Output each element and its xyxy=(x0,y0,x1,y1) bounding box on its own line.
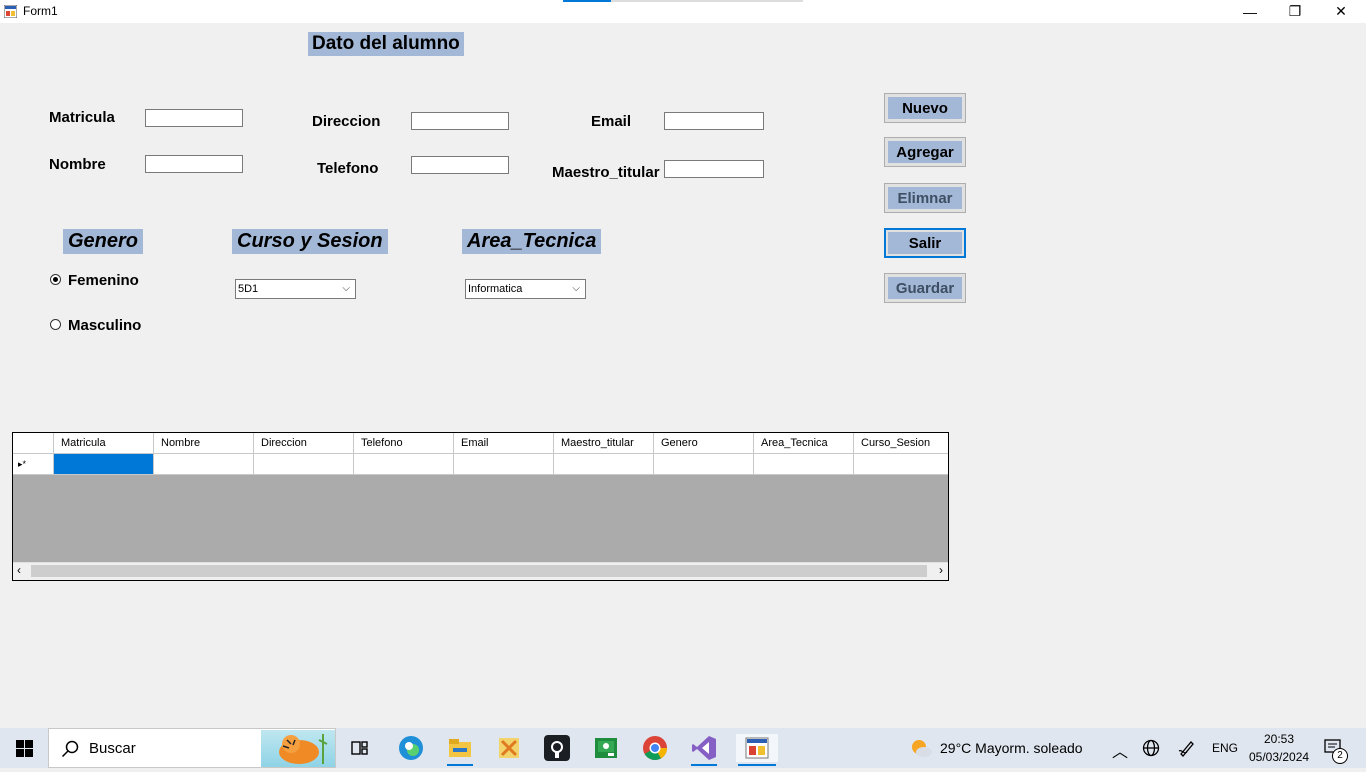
matricula-label: Matricula xyxy=(49,109,115,126)
running-indicator xyxy=(691,764,717,766)
close-button[interactable]: ✕ xyxy=(1318,0,1364,23)
nombre-field[interactable] xyxy=(145,155,243,173)
scroll-left-icon[interactable]: ‹ xyxy=(17,563,21,577)
data-grid[interactable]: Matricula Nombre Direccion Telefono Emai… xyxy=(12,432,949,581)
task-view-icon[interactable] xyxy=(345,734,375,762)
tools-app-icon[interactable] xyxy=(494,734,524,762)
column-header[interactable]: Area_Tecnica xyxy=(754,433,854,454)
agregar-button[interactable]: Agregar xyxy=(884,137,966,167)
area-tecnica-header: Area_Tecnica xyxy=(462,229,602,254)
salir-button[interactable]: Salir xyxy=(884,228,966,258)
nuevo-button-label: Nuevo xyxy=(888,97,962,119)
column-header[interactable]: Email xyxy=(454,433,554,454)
guardar-button[interactable]: Guardar xyxy=(884,273,966,303)
curso-sesion-value: 5D1 xyxy=(238,283,259,295)
edge-browser-icon[interactable] xyxy=(396,734,426,762)
masculino-label[interactable]: Masculino xyxy=(68,317,141,334)
column-header[interactable]: Genero xyxy=(654,433,754,454)
grid-cell[interactable] xyxy=(54,454,154,475)
taskbar-search-box[interactable]: Buscar xyxy=(48,728,336,768)
grid-header-row: Matricula Nombre Direccion Telefono Emai… xyxy=(13,433,948,454)
grid-cell[interactable] xyxy=(554,454,654,475)
maestro-titular-field[interactable] xyxy=(664,160,764,178)
column-header[interactable]: Curso_Sesion xyxy=(854,433,948,454)
agregar-button-label: Agregar xyxy=(888,141,962,163)
notification-badge: 2 xyxy=(1332,748,1348,764)
email-label: Email xyxy=(591,113,632,130)
genero-header: Genero xyxy=(63,229,144,254)
search-highlight-image xyxy=(261,730,335,767)
table-row[interactable]: ▸* xyxy=(13,454,948,475)
salir-button-label: Salir xyxy=(888,232,962,254)
direccion-label: Direccion xyxy=(312,113,381,130)
restore-button[interactable]: ❐ xyxy=(1272,0,1318,23)
column-header[interactable]: Telefono xyxy=(354,433,454,454)
window-title: Form1 xyxy=(23,4,58,18)
new-row-marker[interactable]: ▸* xyxy=(13,454,54,475)
direccion-field[interactable] xyxy=(411,112,509,130)
minimize-button[interactable]: — xyxy=(1227,0,1273,23)
weather-text[interactable]: 29°C Mayorm. soleado xyxy=(940,740,1083,756)
matricula-field[interactable] xyxy=(145,109,243,127)
pen-icon[interactable] xyxy=(1178,739,1196,757)
chevron-down-icon: ⌵ xyxy=(342,283,350,294)
file-explorer-icon[interactable] xyxy=(445,734,475,766)
area-tecnica-select[interactable]: Informatica ⌵ xyxy=(465,279,586,299)
grid-cell[interactable] xyxy=(654,454,754,475)
telefono-field[interactable] xyxy=(411,156,509,174)
grid-cell[interactable] xyxy=(254,454,354,475)
visual-studio-icon[interactable] xyxy=(689,734,719,766)
chevron-up-icon[interactable]: ︿ xyxy=(1112,738,1128,762)
eliminar-button-label: Elimnar xyxy=(888,187,962,209)
nuevo-button[interactable]: Nuevo xyxy=(884,93,966,123)
title-progress-indicator xyxy=(563,0,803,2)
language-indicator[interactable]: ENG xyxy=(1212,741,1238,755)
row-header-corner xyxy=(13,433,54,454)
maestro-titular-label: Maestro_titular xyxy=(552,164,660,181)
running-indicator xyxy=(447,764,473,766)
search-placeholder: Buscar xyxy=(89,740,136,757)
nombre-label: Nombre xyxy=(49,156,106,173)
guardar-button-label: Guardar xyxy=(888,277,962,299)
form-header: Dato del alumno xyxy=(308,32,464,56)
form1-taskbar-icon[interactable] xyxy=(736,734,778,766)
column-header[interactable]: Maestro_titular xyxy=(554,433,654,454)
column-header[interactable]: Nombre xyxy=(154,433,254,454)
app-icon xyxy=(4,5,17,18)
clock-date[interactable]: 05/03/2024 xyxy=(1249,750,1309,764)
clock-time[interactable]: 20:53 xyxy=(1264,732,1294,746)
grid-cell[interactable] xyxy=(354,454,454,475)
column-header[interactable]: Direccion xyxy=(254,433,354,454)
scroll-right-icon[interactable]: › xyxy=(939,563,943,577)
grid-cell[interactable] xyxy=(854,454,948,475)
curso-sesion-header: Curso y Sesion xyxy=(232,229,388,254)
curso-sesion-select[interactable]: 5D1 ⌵ xyxy=(235,279,356,299)
title-bar xyxy=(0,0,1366,23)
network-globe-icon[interactable] xyxy=(1142,739,1160,757)
running-indicator xyxy=(738,764,776,766)
chevron-down-icon: ⌵ xyxy=(572,283,580,294)
horizontal-scrollbar[interactable]: ‹ › xyxy=(13,562,948,580)
search-icon xyxy=(61,740,79,758)
grid-cell[interactable] xyxy=(154,454,254,475)
windows-start-icon[interactable] xyxy=(16,740,33,757)
email-field[interactable] xyxy=(664,112,764,130)
classroom-icon[interactable] xyxy=(591,734,621,762)
weather-sun-cloud-icon[interactable] xyxy=(909,738,933,758)
area-tecnica-value: Informatica xyxy=(468,283,523,295)
scrollbar-thumb[interactable] xyxy=(31,565,927,577)
femenino-radio[interactable] xyxy=(50,274,61,285)
column-header[interactable]: Matricula xyxy=(54,433,154,454)
telefono-label: Telefono xyxy=(317,160,379,177)
grid-cell[interactable] xyxy=(754,454,854,475)
masculino-radio[interactable] xyxy=(50,319,61,330)
chrome-icon[interactable] xyxy=(640,734,670,762)
grid-cell[interactable] xyxy=(454,454,554,475)
github-icon[interactable] xyxy=(542,734,572,762)
femenino-label[interactable]: Femenino xyxy=(68,272,139,289)
tiger-illustration-icon xyxy=(279,734,328,764)
eliminar-button[interactable]: Elimnar xyxy=(884,183,966,213)
